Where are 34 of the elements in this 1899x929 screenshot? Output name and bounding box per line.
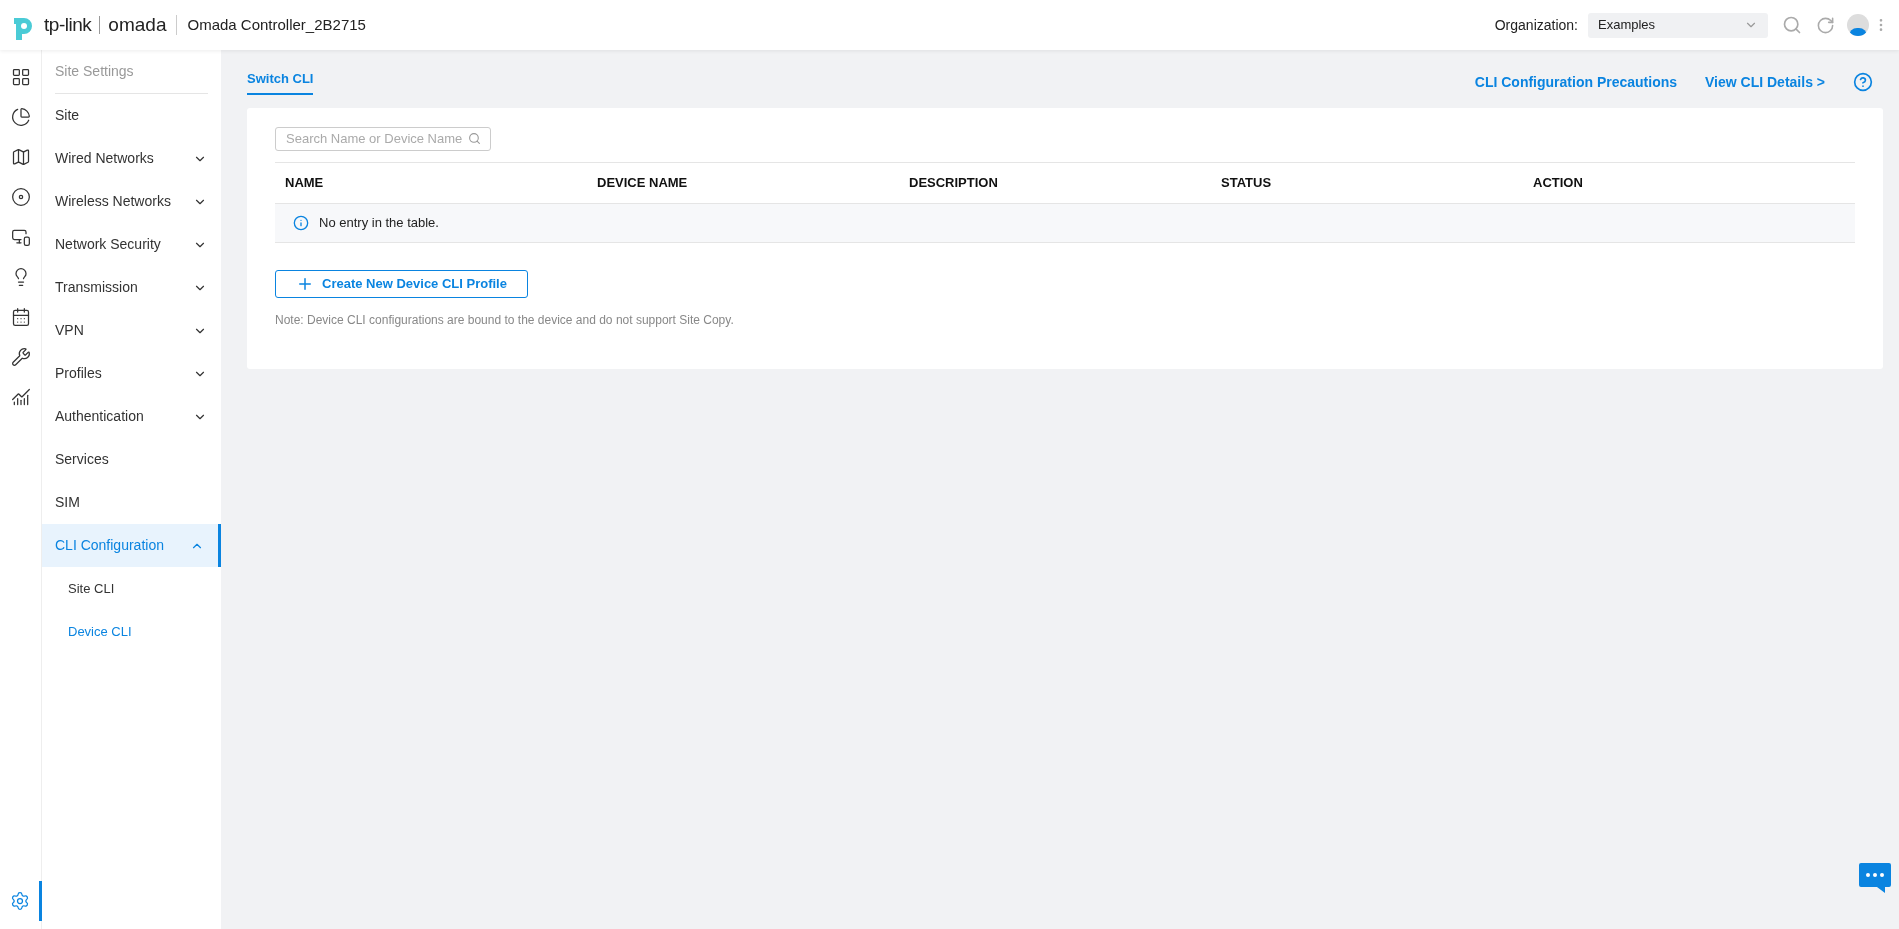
column-header: ACTION [1533, 174, 1584, 193]
organization-dropdown[interactable]: Examples [1588, 12, 1768, 38]
product-name: omada [108, 12, 167, 37]
controller-name: Omada Controller_2B2715 [187, 14, 366, 35]
plus-icon [296, 275, 314, 293]
sidebar-item[interactable]: Site [42, 94, 221, 137]
sidebar-item[interactable]: Transmission [42, 266, 221, 309]
sidebar-subitem[interactable]: Device CLI [42, 610, 221, 653]
sidebar-item[interactable]: Profiles [42, 352, 221, 395]
sidebar-item[interactable]: VPN [42, 309, 221, 352]
sidebar-item[interactable]: Services [42, 438, 221, 481]
column-header: STATUS [1221, 174, 1273, 193]
avatar-icon[interactable] [1847, 14, 1869, 36]
sidebar-item[interactable]: Wireless Networks [42, 180, 221, 223]
sidebar-item[interactable]: Wired Networks [42, 137, 221, 180]
empty-message: No entry in the table. [319, 214, 439, 233]
brand-name: tp-link [44, 12, 92, 37]
create-profile-button[interactable]: Create New Device CLI Profile [275, 270, 528, 298]
sidebar-item[interactable]: CLI Configuration [42, 524, 221, 567]
organization-label: Organization: [1494, 15, 1578, 35]
help-icon[interactable] [1853, 72, 1873, 92]
info-icon [293, 215, 309, 231]
sidebar-title: Site Settings [55, 62, 134, 81]
column-header: DESCRIPTION [909, 174, 999, 193]
sidebar-item[interactable]: Network Security [42, 223, 221, 266]
search-icon [468, 132, 481, 145]
column-header: DEVICE NAME [597, 174, 689, 193]
sidebar-subitem[interactable]: Site CLI [42, 567, 221, 610]
column-header: NAME [285, 174, 325, 193]
sidebar-item[interactable]: Authentication [42, 395, 221, 438]
search-field[interactable]: Search Name or Device Name [275, 126, 491, 151]
chat-icon[interactable] [1859, 863, 1891, 891]
sidebar-item[interactable]: SIM [42, 481, 221, 524]
note-text: Note: Device CLI configurations are bound to the device and do not support Site Copy. [275, 312, 735, 329]
